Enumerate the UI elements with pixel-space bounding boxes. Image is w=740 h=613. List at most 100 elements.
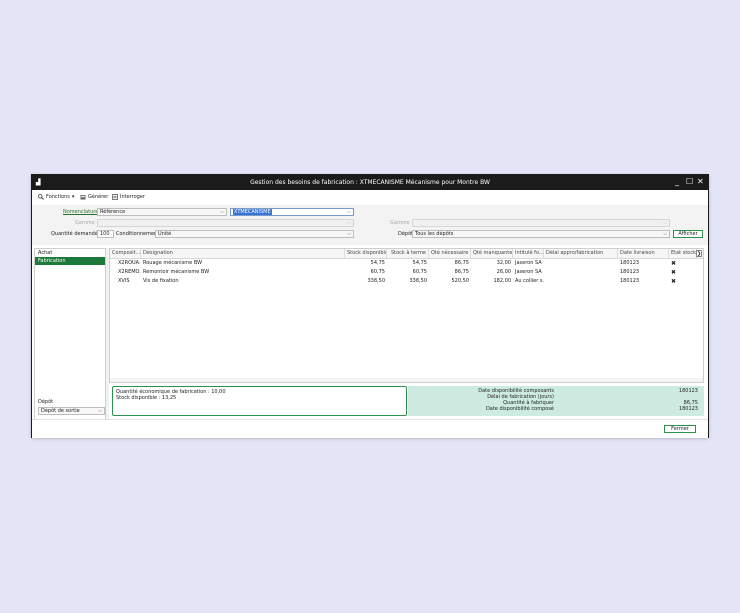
chevron-down-icon: ⌵ bbox=[98, 408, 102, 414]
column-header[interactable]: Qté manquante bbox=[471, 249, 513, 258]
table-row[interactable]: X2REMO... Remontoir mécanisme BW 60,75 6… bbox=[110, 268, 703, 277]
reference-input[interactable]: XTMECANISME ⌵ bbox=[230, 208, 354, 216]
quantite-value: 100 bbox=[100, 231, 110, 237]
summary-label: Date disponibilité composé bbox=[485, 406, 554, 412]
cell-stock-terme: 54,75 bbox=[412, 260, 427, 266]
table-row[interactable]: XVIS Vis de fixation 338,50 338,50 520,5… bbox=[110, 277, 703, 286]
dropdown-icon: ▾ bbox=[71, 194, 75, 200]
nomenclature-link[interactable]: Nomenclature bbox=[63, 209, 98, 215]
window-title: Gestion des besoins de fabrication : XTM… bbox=[250, 179, 490, 186]
close-button[interactable]: ✕ bbox=[697, 177, 704, 186]
column-header[interactable]: Date livraison bbox=[618, 249, 669, 258]
chevron-down-icon: ⌵ bbox=[347, 209, 351, 215]
chevron-down-icon: ⌵ bbox=[663, 220, 667, 226]
summary-box: Date disponibilité composants 180123 Dél… bbox=[408, 386, 704, 416]
gamme2-label: Gamme 2 bbox=[390, 220, 415, 226]
column-header[interactable]: Composit... bbox=[110, 249, 141, 258]
nomenclature-select[interactable]: Référence ⌵ bbox=[97, 208, 227, 216]
interroger-label: Interroger bbox=[120, 194, 145, 200]
depot-label: Dépôt bbox=[398, 231, 414, 237]
cell-designation: Vis de fixation bbox=[143, 278, 179, 284]
column-header[interactable]: Stock à terme bbox=[387, 249, 429, 258]
stock-error-icon: ✖ bbox=[671, 269, 677, 276]
generer-button[interactable]: Générer bbox=[80, 194, 108, 200]
afficher-button[interactable]: Afficher bbox=[673, 230, 703, 238]
cell-date-livraison: 180123 bbox=[620, 260, 640, 266]
cell-delai bbox=[544, 259, 618, 268]
depot-value: Tous les dépôts bbox=[415, 231, 454, 237]
cell-qte-necessaire: 520,50 bbox=[451, 278, 470, 284]
column-header[interactable]: Stock disponible bbox=[345, 249, 387, 258]
summary-value: 180123 bbox=[678, 406, 698, 412]
query-icon bbox=[112, 194, 118, 200]
summary-row: Date disponibilité composé 180123 bbox=[408, 406, 704, 412]
cell-composant: X2ROUA... bbox=[118, 260, 141, 266]
cell-qte-manquante: 26,00 bbox=[496, 269, 511, 275]
category-item-achat[interactable]: Achat bbox=[35, 249, 105, 257]
main-window: ▟ Gestion des besoins de fabrication : X… bbox=[32, 175, 708, 438]
conditionnement-label: Conditionnement bbox=[116, 231, 160, 237]
cell-stock-terme: 338,50 bbox=[409, 278, 428, 284]
chevron-down-icon: ⌵ bbox=[347, 220, 351, 226]
gamme2-select[interactable]: ⌵ bbox=[412, 219, 670, 227]
column-header[interactable]: Désignation bbox=[141, 249, 345, 258]
stock-error-icon: ✖ bbox=[671, 260, 677, 267]
sidebar-depot-label: Dépôt bbox=[38, 399, 54, 405]
cell-designation: Rouage mécanisme BW bbox=[143, 260, 203, 266]
cell-delai bbox=[544, 268, 618, 277]
cell-fournisseur: Au collier s... bbox=[515, 278, 544, 284]
toolbar: Fonctions ▾ Générer Interroger bbox=[32, 190, 708, 206]
nomenclature-value: Référence bbox=[100, 209, 126, 215]
dialog-footer: Fermer bbox=[32, 419, 708, 438]
category-item-fabrication[interactable]: Fabrication bbox=[35, 257, 105, 265]
horizontal-scrollbar[interactable] bbox=[110, 378, 703, 382]
cell-designation: Remontoir mécanisme BW bbox=[143, 269, 210, 275]
generate-icon bbox=[80, 195, 86, 200]
cell-qte-necessaire: 86,75 bbox=[454, 269, 469, 275]
column-header[interactable]: Etat stock bbox=[669, 249, 697, 258]
cell-composant: X2REMO... bbox=[118, 269, 141, 275]
reference-value: XTMECANISME bbox=[233, 209, 272, 215]
cell-qte-manquante: 32,00 bbox=[496, 260, 511, 266]
components-table: Composit... Désignation Stock disponible… bbox=[109, 248, 704, 383]
conditionnement-select[interactable]: Unité ⌵ bbox=[155, 230, 354, 238]
fonctions-label: Fonctions bbox=[46, 194, 70, 200]
table-row[interactable]: X2ROUA... Rouage mécanisme BW 54,75 54,7… bbox=[110, 259, 703, 268]
depot-select[interactable]: Tous les dépôts ⌵ bbox=[412, 230, 670, 238]
info-stock-disponible: Stock disponible : 13,25 bbox=[116, 395, 177, 401]
interroger-button[interactable]: Interroger bbox=[112, 194, 145, 200]
cell-stock-disponible: 60,75 bbox=[370, 269, 385, 275]
search-gear-icon bbox=[38, 194, 44, 200]
depot-sortie-value: Dépôt de sortie bbox=[41, 408, 80, 414]
filter-form: Nomenclature Référence ⌵ XTMECANISME ⌵ G… bbox=[32, 205, 708, 245]
cell-qte-manquante: 182,00 bbox=[493, 278, 512, 284]
column-header[interactable]: Intitulé fo... bbox=[513, 249, 544, 258]
gamme1-label: Gamme 1 bbox=[75, 220, 100, 226]
generer-label: Générer bbox=[88, 194, 109, 200]
column-header[interactable]: Qté nécessaire bbox=[429, 249, 471, 258]
fermer-button[interactable]: Fermer bbox=[664, 425, 696, 433]
conditionnement-value: Unité bbox=[158, 231, 172, 237]
table-header: Composit... Désignation Stock disponible… bbox=[110, 249, 703, 259]
chevron-down-icon: ⌵ bbox=[220, 209, 224, 215]
stock-error-icon: ✖ bbox=[671, 278, 677, 285]
cell-qte-necessaire: 86,75 bbox=[454, 260, 469, 266]
cell-fournisseur: Jaseron SA bbox=[515, 260, 542, 266]
title-bar: ▟ Gestion des besoins de fabrication : X… bbox=[32, 175, 708, 190]
gamme1-select[interactable]: ⌵ bbox=[97, 219, 354, 227]
cell-date-livraison: 180123 bbox=[620, 269, 640, 275]
cell-composant: XVIS bbox=[118, 278, 130, 284]
maximize-button[interactable]: ☐ bbox=[686, 177, 693, 186]
column-header[interactable]: Délai appro/fabrication bbox=[544, 249, 618, 258]
fonctions-button[interactable]: Fonctions ▾ bbox=[38, 194, 74, 200]
cell-stock-disponible: 54,75 bbox=[370, 260, 385, 266]
depot-sortie-select[interactable]: Dépôt de sortie ⌵ bbox=[38, 407, 105, 415]
quantite-input[interactable]: 100 bbox=[97, 230, 114, 238]
minimize-button[interactable]: _ bbox=[675, 177, 679, 186]
chevron-down-icon: ⌵ bbox=[347, 231, 351, 237]
cell-stock-terme: 60,75 bbox=[412, 269, 427, 275]
article-info-box: Quantité économique de fabrication : 10,… bbox=[112, 386, 407, 416]
category-panel: Achat Fabrication Dépôt Dépôt de sortie … bbox=[34, 248, 106, 435]
cell-fournisseur: Jaseron SA bbox=[515, 269, 542, 275]
scroll-columns-right-button[interactable]: ❯ bbox=[696, 250, 702, 257]
